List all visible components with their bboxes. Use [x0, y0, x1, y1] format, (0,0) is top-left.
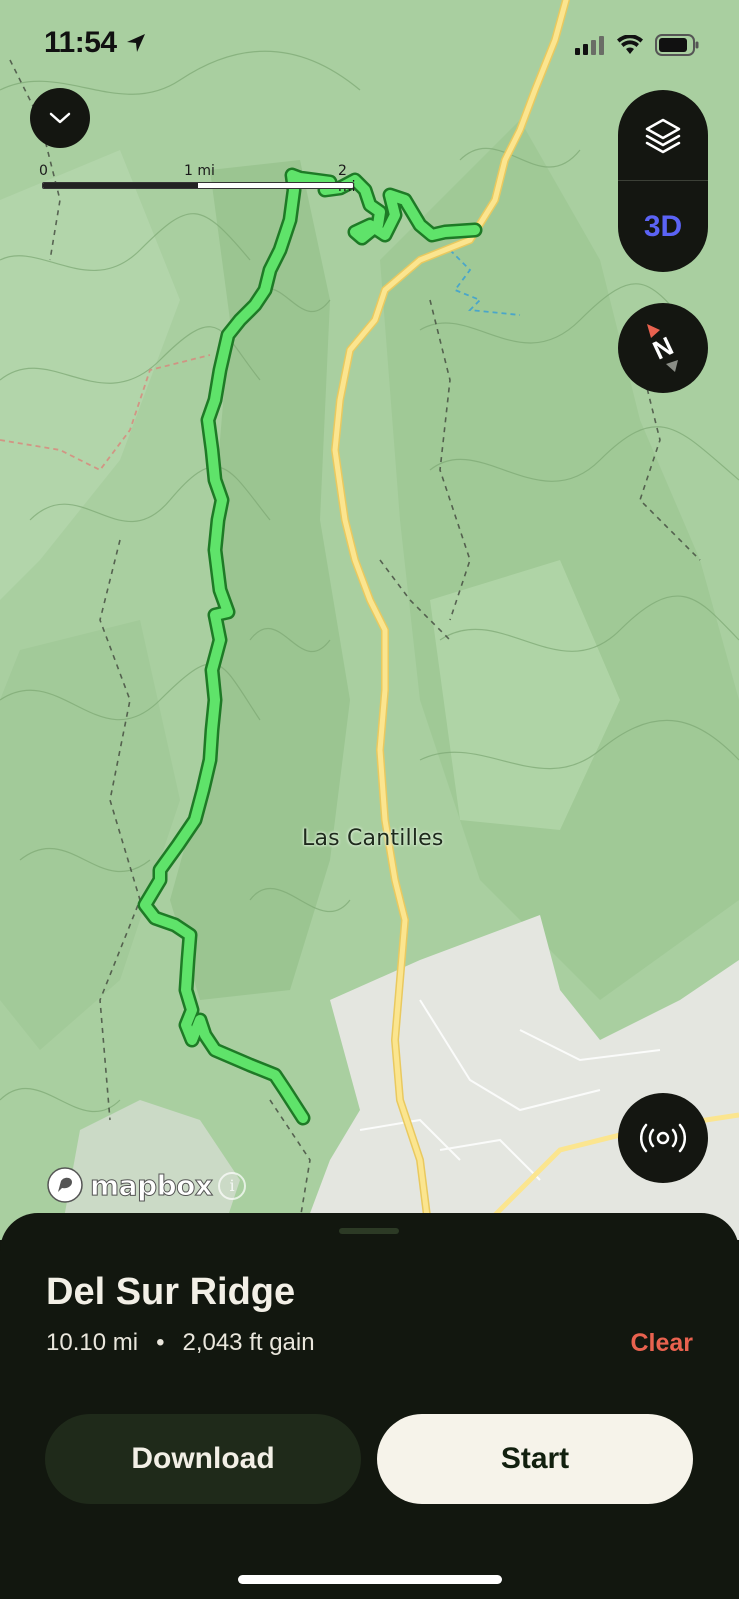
mapbox-logo-icon: [47, 1167, 83, 1203]
compass-button[interactable]: N: [618, 303, 708, 393]
layers-icon: [645, 118, 681, 153]
scale-label-1: 1 mi: [184, 163, 215, 179]
location-arrow-icon: [127, 34, 145, 52]
route-stats: 10.10 mi • 2,043 ft gain: [46, 1329, 315, 1357]
route-title: Del Sur Ridge: [46, 1271, 296, 1313]
clear-button[interactable]: Clear: [630, 1329, 693, 1358]
collapse-button[interactable]: [30, 88, 90, 148]
screen: Las Cantilles 11:54 0 1 mi 2 3D N mapbox…: [0, 0, 739, 1599]
sheet-grabber[interactable]: [339, 1228, 399, 1234]
broadcast-button[interactable]: [618, 1093, 708, 1183]
download-button[interactable]: Download: [45, 1414, 361, 1504]
home-indicator[interactable]: [238, 1575, 502, 1584]
compass-icon: N: [647, 324, 678, 372]
status-icons: [575, 34, 699, 56]
3d-toggle-button[interactable]: 3D: [618, 181, 708, 272]
scale-bar: 0 1 mi 2 mi: [39, 163, 362, 195]
start-label: Start: [500, 1442, 570, 1475]
scale-label-2: 2 mi: [338, 163, 356, 195]
map-controls-pill: 3D: [618, 90, 708, 272]
cellular-signal-icon: [575, 36, 604, 55]
mapbox-wordmark: mapbox: [89, 1168, 213, 1202]
mapbox-attribution[interactable]: mapbox: [46, 1166, 213, 1204]
info-icon[interactable]: i: [218, 1172, 246, 1200]
route-distance: 10.10 mi: [46, 1329, 139, 1356]
download-label: Download: [131, 1442, 275, 1475]
scale-label-0: 0: [39, 163, 48, 179]
broadcast-icon: [640, 1123, 686, 1153]
layers-button[interactable]: [618, 90, 708, 181]
chevron-down-icon: [49, 112, 71, 124]
compass-letter: N: [648, 330, 678, 365]
battery-icon: [655, 34, 699, 56]
pill-divider: [618, 180, 708, 181]
3d-label: 3D: [643, 209, 683, 243]
scale-bar-graphic: [42, 182, 354, 189]
route-bottom-sheet: Del Sur Ridge 10.10 mi • 2,043 ft gain C…: [0, 1213, 739, 1599]
route-elevation-gain: 2,043 ft gain: [182, 1329, 315, 1356]
start-button[interactable]: Start: [377, 1414, 693, 1504]
stats-separator: •: [156, 1329, 165, 1356]
wifi-icon: [617, 35, 643, 54]
place-label: Las Cantilles: [302, 826, 444, 851]
map-view[interactable]: Las Cantilles 11:54 0 1 mi 2 3D N mapbox…: [0, 0, 739, 1240]
status-time: 11:54: [44, 26, 117, 59]
